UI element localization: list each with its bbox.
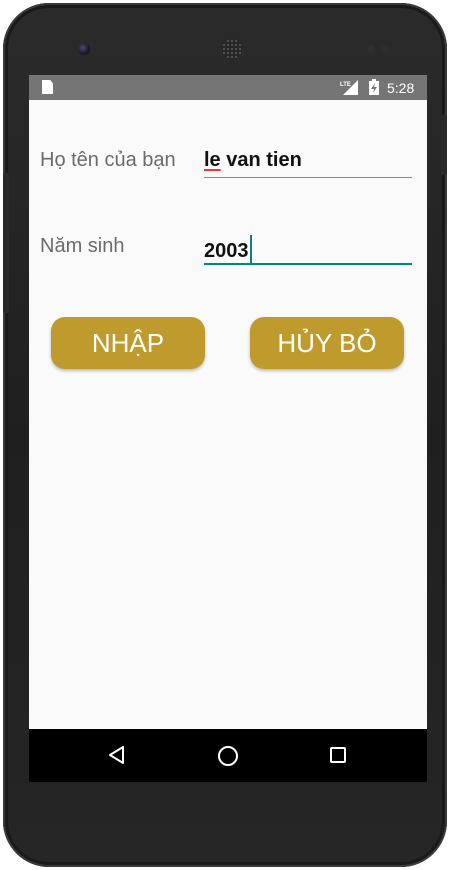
birth-year-input[interactable]: 2003 bbox=[204, 235, 412, 265]
name-input-text: van tien bbox=[220, 149, 302, 171]
battery-charging-icon bbox=[369, 79, 379, 95]
app-screen: LTE 5:28 Họ tên của bạn le van tien Năm … bbox=[29, 75, 427, 782]
lte-signal-icon: LTE bbox=[340, 80, 358, 95]
proximity-sensor bbox=[367, 45, 375, 53]
back-icon[interactable] bbox=[107, 745, 127, 765]
status-bar: LTE 5:28 bbox=[29, 75, 427, 100]
front-camera bbox=[78, 43, 90, 55]
sd-card-icon bbox=[42, 80, 53, 94]
name-label: Họ tên của bạn bbox=[40, 149, 176, 171]
light-sensor bbox=[381, 45, 389, 53]
cancel-button[interactable]: HỦY BỎ bbox=[250, 317, 404, 369]
submit-button[interactable]: NHẬP bbox=[51, 317, 205, 369]
volume-button bbox=[3, 173, 9, 313]
name-input[interactable]: le van tien bbox=[204, 149, 412, 178]
svg-text:LTE: LTE bbox=[340, 82, 351, 88]
recents-icon[interactable] bbox=[329, 746, 347, 764]
text-cursor bbox=[249, 235, 252, 263]
earpiece-speaker bbox=[222, 39, 242, 59]
navigation-bar bbox=[29, 729, 427, 782]
birth-year-label: Năm sinh bbox=[40, 235, 125, 257]
status-clock: 5:28 bbox=[387, 80, 415, 96]
spellcheck-word: le bbox=[204, 149, 221, 171]
power-button bbox=[441, 115, 447, 175]
birth-year-text: 2003 bbox=[204, 240, 249, 262]
home-icon[interactable] bbox=[217, 745, 239, 767]
